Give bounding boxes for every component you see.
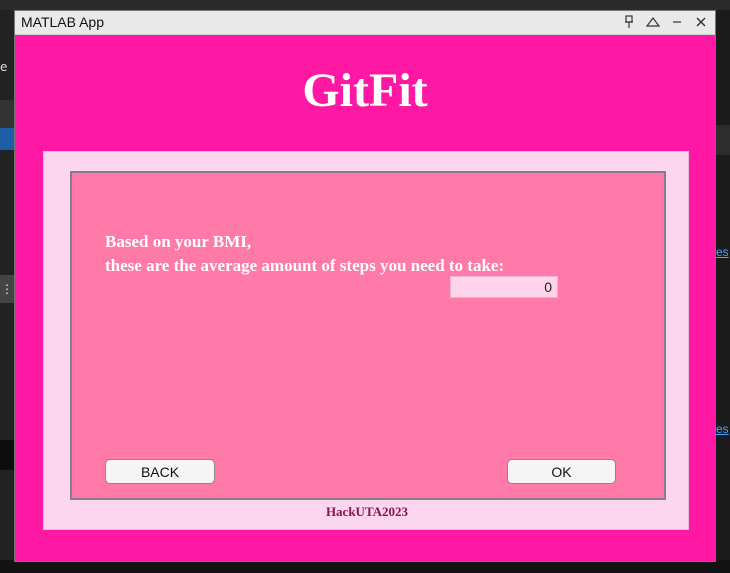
ok-button[interactable]: OK [507, 459, 616, 484]
matlab-app-window: MATLAB App GitFit Based on your BMI, the… [14, 10, 716, 562]
result-message-line-2: these are the average amount of steps yo… [105, 256, 505, 275]
background-strip [0, 100, 14, 130]
background-strip [0, 440, 14, 470]
window-title-bar[interactable]: MATLAB App [15, 11, 715, 35]
window-controls [621, 13, 709, 31]
background-link-fragment[interactable]: es [716, 422, 729, 436]
background-selection-strip [0, 128, 14, 150]
window-title: MATLAB App [21, 14, 105, 30]
result-message-line-1: Based on your BMI, [105, 232, 252, 251]
background-left-panel: e ⋮ [0, 10, 14, 573]
desktop: e ⋮ es es MATLAB App GitFit Based on you… [0, 0, 730, 573]
result-message: Based on your BMI, these are the average… [105, 230, 504, 278]
background-left-letter: e [0, 60, 8, 74]
more-vertical-icon: ⋮ [1, 282, 13, 296]
back-button[interactable]: BACK [105, 459, 215, 484]
minimize-icon[interactable] [669, 13, 685, 31]
steps-output-field[interactable]: 0 [450, 276, 558, 298]
outer-panel: Based on your BMI, these are the average… [43, 151, 689, 530]
footer-label: HackUTA2023 [325, 504, 409, 519]
close-icon[interactable] [693, 13, 709, 31]
background-link-fragment[interactable]: es [716, 245, 729, 259]
background-top-bar [0, 0, 730, 10]
minimize-panel-icon[interactable] [645, 13, 661, 31]
background-right-panel: es es [716, 10, 730, 573]
app-title: GitFit [302, 64, 428, 117]
pin-icon[interactable] [621, 13, 637, 31]
result-panel: Based on your BMI, these are the average… [70, 171, 666, 500]
background-strip [716, 125, 730, 155]
